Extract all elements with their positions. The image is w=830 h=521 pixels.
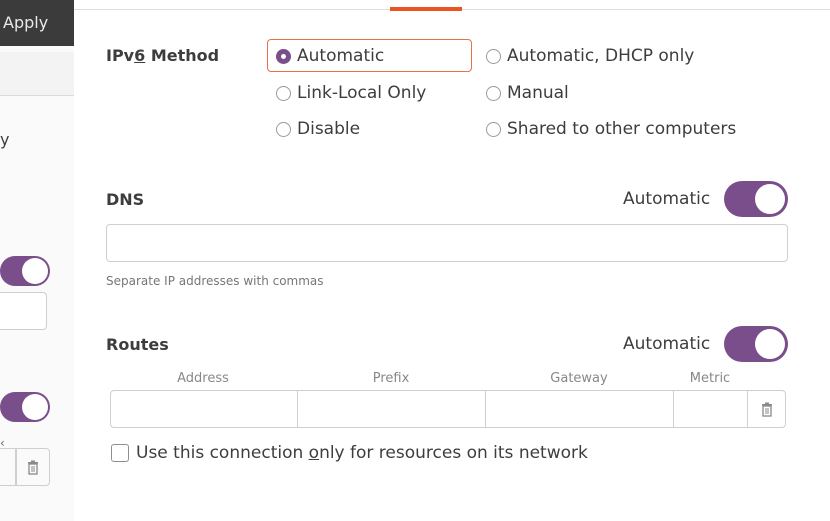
trash-icon: [28, 460, 38, 475]
radio-dot: [486, 48, 501, 64]
dns-input[interactable]: [106, 224, 788, 262]
radio-dot: [276, 121, 291, 137]
dns-automatic-label: Automatic: [623, 189, 711, 209]
column-header-prefix: Prefix: [372, 371, 410, 386]
background-apply-button[interactable]: Apply: [0, 0, 74, 46]
background-field: [0, 52, 74, 96]
switch-knob: [755, 329, 785, 359]
background-toggle-1[interactable]: [0, 256, 50, 286]
only-local-resources-checkbox[interactable]: Use this connection only for resources o…: [111, 443, 588, 463]
radio-dot: [276, 85, 291, 101]
route-prefix-input[interactable]: [297, 390, 486, 428]
column-header-address: Address: [177, 371, 229, 386]
radio-manual[interactable]: Manual: [486, 83, 569, 103]
trash-icon: [761, 402, 772, 417]
switch-knob: [755, 184, 785, 214]
route-address-input[interactable]: [110, 390, 298, 428]
radio-dot-selected: [276, 48, 291, 64]
background-partial-text: y: [0, 130, 10, 149]
background-delete-button[interactable]: [16, 448, 50, 486]
routes-automatic-label: Automatic: [623, 334, 711, 354]
radio-automatic[interactable]: Automatic: [276, 46, 384, 66]
delete-route-button[interactable]: [748, 390, 786, 428]
dns-label: DNS: [106, 190, 145, 209]
radio-link-local-only[interactable]: Link-Local Only: [276, 83, 426, 103]
route-row: [110, 390, 786, 428]
radio-dot: [486, 85, 501, 101]
dns-hint: Separate IP addresses with commas: [106, 274, 324, 288]
routes-automatic-switch[interactable]: [724, 326, 788, 362]
radio-dot: [486, 121, 501, 137]
background-input[interactable]: [0, 292, 47, 330]
route-metric-input[interactable]: [673, 390, 748, 428]
ipv6-method-label: IPv6 Method: [106, 46, 220, 65]
radio-disable[interactable]: Disable: [276, 119, 360, 139]
only-local-resources-label: Use this connection only for resources o…: [136, 443, 588, 463]
routes-label: Routes: [106, 335, 169, 354]
radio-automatic-dhcp-only[interactable]: Automatic, DHCP only: [486, 46, 694, 66]
background-toggle-2[interactable]: [0, 392, 50, 422]
background-table-cell[interactable]: [0, 448, 16, 486]
column-header-gateway: Gateway: [550, 371, 608, 386]
checkbox-box: [111, 444, 129, 462]
radio-shared-to-other-computers[interactable]: Shared to other computers: [486, 119, 736, 139]
route-gateway-input[interactable]: [485, 390, 674, 428]
column-header-metric: Metric: [689, 371, 731, 386]
active-tab-indicator: [390, 7, 462, 11]
dns-automatic-switch[interactable]: [724, 181, 788, 217]
background-apply-label: Apply: [3, 13, 49, 32]
